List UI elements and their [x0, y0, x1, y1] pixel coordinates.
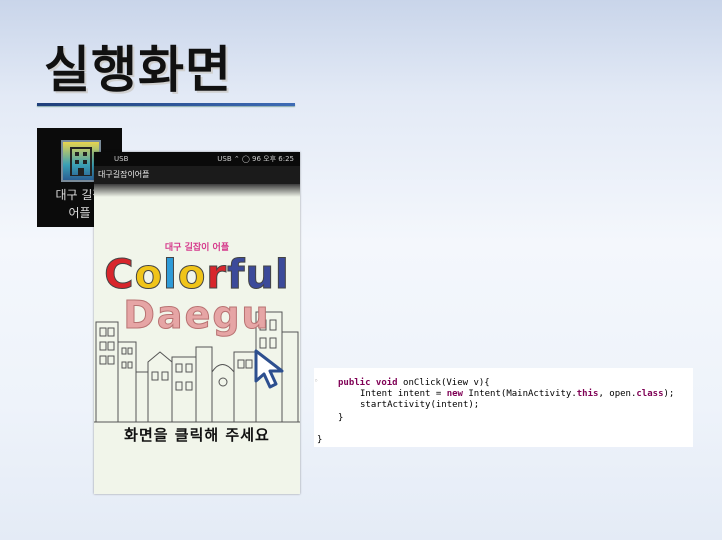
- title-shadow: [94, 184, 300, 197]
- colorful-letter: r: [206, 252, 228, 299]
- code-line-2: Intent intent = new Intent(MainActivity.…: [360, 389, 675, 399]
- status-left: USB: [114, 155, 129, 163]
- slide-title: 실행화면: [44, 41, 232, 99]
- colorful-letter: l: [274, 252, 290, 299]
- code-line-3: startActivity(intent);: [360, 400, 480, 410]
- code-line-5: }: [317, 435, 323, 445]
- cursor-icon: [254, 349, 284, 389]
- code-line-1: public void onClick(View v){: [338, 378, 490, 388]
- app-title: 대구길잡이어플: [98, 170, 150, 179]
- colorful-letter: f: [227, 252, 246, 299]
- app-title-bar: 대구길잡이어플: [94, 166, 300, 197]
- colorful-letter: l: [163, 252, 178, 299]
- colorful-letter: u: [245, 252, 275, 299]
- colorful-letter: C: [104, 252, 135, 299]
- colorful-logo-text: Colorful: [94, 252, 300, 299]
- status-right: USB ⌃ ◯ 96 오후 6:25: [217, 155, 294, 163]
- code-line-4: }: [338, 413, 344, 423]
- phone-screen[interactable]: USB USB ⌃ ◯ 96 오후 6:25 대구길잡이어플 대구 길잡이 어플…: [94, 152, 300, 494]
- daegu-logo-text: Daegu: [123, 293, 271, 338]
- colorful-letter: o: [134, 252, 164, 299]
- title-underline: [37, 103, 295, 106]
- colorful-letter: o: [177, 252, 207, 299]
- tap-to-start-prompt[interactable]: 화면을 클릭해 주세요: [94, 424, 300, 445]
- fold-marker-icon: ◦: [314, 377, 319, 385]
- status-bar: USB USB ⌃ ◯ 96 오후 6:25: [94, 152, 300, 166]
- code-snippet: ◦ public void onClick(View v){ Intent in…: [314, 368, 693, 447]
